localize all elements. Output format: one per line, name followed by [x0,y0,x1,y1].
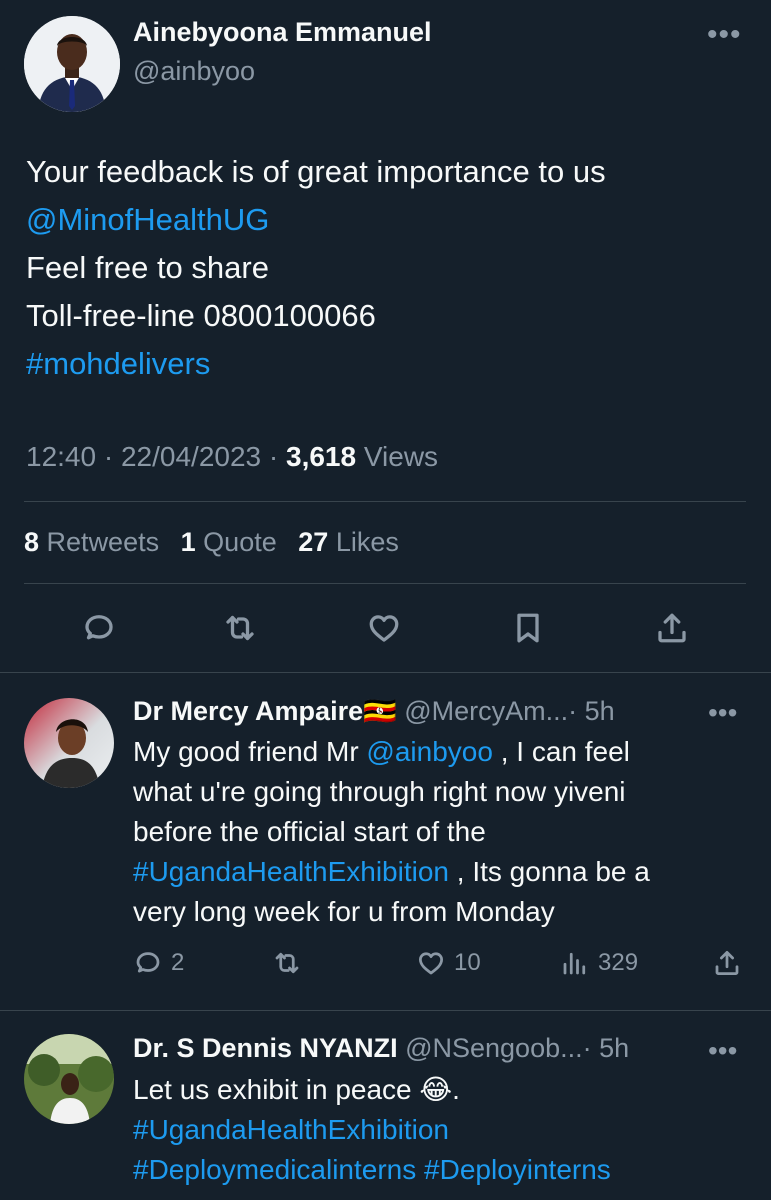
tweet-date[interactable]: 22/04/2023 [121,441,261,472]
mention-link[interactable]: @MinofHealthUG [26,196,606,244]
reply-line: My good friend Mr @ainbyoo , I can feel [133,732,650,772]
divider [24,501,746,502]
quotes-label: Quote [203,527,277,557]
like-count: 10 [454,949,481,976]
more-options-icon[interactable]: ••• [708,1035,737,1067]
reply-count: 2 [171,949,185,976]
reply-icon [136,952,160,973]
reply-share-button[interactable] [712,948,742,978]
tweet-separator [0,1010,771,1011]
reply-line: before the official start of the [133,816,486,847]
tweet-time[interactable]: 12:40 [26,441,96,472]
reply-author-name[interactable]: Dr. S Dennis NYANZI [133,1033,398,1063]
author-name[interactable]: Ainebyoona Emmanuel [133,17,432,48]
like-icon [369,615,399,642]
tweet-text: Your feedback is of great importance to … [26,148,606,388]
share-button[interactable] [650,606,694,650]
like-icon [419,952,443,975]
meta-separator: · [103,441,114,472]
reply-line: Let us exhibit in peace 😂. [133,1070,611,1110]
bookmark-button[interactable] [506,606,550,650]
reply-views-button[interactable]: 329 [560,948,638,978]
uganda-flag-icon: 🇺🇬 [363,696,397,726]
reply-header: Dr Mercy Ampaire🇺🇬 @MercyAm...· 5h [133,695,615,727]
view-count: 329 [598,949,639,976]
likes-stat[interactable]: 27 Likes [298,527,399,557]
quotes-stat[interactable]: 1 Quote [181,527,277,557]
retweet-icon [226,615,254,641]
reply-retweet-button[interactable] [272,948,302,978]
reply-like-button[interactable]: 10 [416,948,481,978]
reply-icon [85,615,113,640]
reply-text-segment: My good friend Mr [133,736,367,767]
engagement-stats: 8 Retweets 1 Quote 27 Likes [24,527,399,558]
reply-author-handle[interactable]: @MercyAm... [404,696,568,726]
reply-button[interactable] [77,606,121,650]
reply-header: Dr. S Dennis NYANZI @NSengoob...· 5h [133,1033,629,1064]
reply-text: My good friend Mr @ainbyoo , I can feel … [133,732,650,932]
hashtag-link[interactable]: #UgandaHealthExhibition [133,856,449,887]
tweet-meta: 12:40 · 22/04/2023 · 3,618 Views [26,441,438,473]
reply-line: #UgandaHealthExhibition , Its gonna be a [133,852,650,892]
views-icon [563,952,586,975]
views-count: 3,618 [286,441,357,472]
retweets-label: Retweets [46,527,160,557]
hashtag-link[interactable]: #mohdelivers [26,340,606,388]
quotes-count: 1 [180,527,196,557]
reply-author-handle[interactable]: @NSengoob... [405,1033,583,1063]
reply-line: what u're going through right now yiveni [133,776,626,807]
reply-text-segment: . [452,1074,460,1105]
retweet-icon [275,952,299,974]
divider [24,583,746,584]
views-label: Views [363,441,439,472]
tweet-line: Toll-free-line 0800100066 [26,298,376,333]
more-options-icon[interactable]: ••• [708,697,737,729]
hashtag-link[interactable]: #Deploymedicalinterns #Deployinterns [133,1150,611,1190]
share-icon [715,951,739,975]
reply-text: Let us exhibit in peace 😂. #UgandaHealth… [133,1070,611,1190]
like-button[interactable] [362,606,406,650]
retweets-count: 8 [24,527,40,557]
reply-text-segment: , I can feel [492,736,630,767]
reply-time[interactable]: · 5h [583,1033,630,1063]
share-icon [658,613,686,643]
likes-count: 27 [298,527,329,557]
reply-author-avatar[interactable] [24,1034,114,1124]
likes-label: Likes [335,527,399,557]
reply-text-segment: Let us exhibit in peace [133,1074,420,1105]
meta-separator: · [268,441,279,472]
mention-link[interactable]: @ainbyoo [366,736,493,767]
tweet-line: Feel free to share [26,250,269,285]
tweet-separator [0,672,771,673]
reply-reply-button[interactable]: 2 [133,948,184,978]
reply-author-name[interactable]: Dr Mercy Ampaire [133,696,363,726]
reply-text-segment: , Its gonna be a [449,856,650,887]
author-avatar[interactable] [24,16,120,112]
tweet-line: Your feedback is of great importance to … [26,154,606,189]
more-options-icon[interactable]: ••• [707,18,742,52]
bookmark-icon [517,613,539,643]
reply-time[interactable]: · 5h [568,696,615,726]
laughing-emoji-icon: 😂 [419,1074,453,1105]
reply-line: very long week for u from Monday [133,896,555,927]
author-handle[interactable]: @ainbyoo [133,56,255,87]
reply-author-avatar[interactable] [24,698,114,788]
retweets-stat[interactable]: 8 Retweets [24,527,159,557]
hashtag-link[interactable]: #UgandaHealthExhibition [133,1110,611,1150]
retweet-button[interactable] [218,606,262,650]
